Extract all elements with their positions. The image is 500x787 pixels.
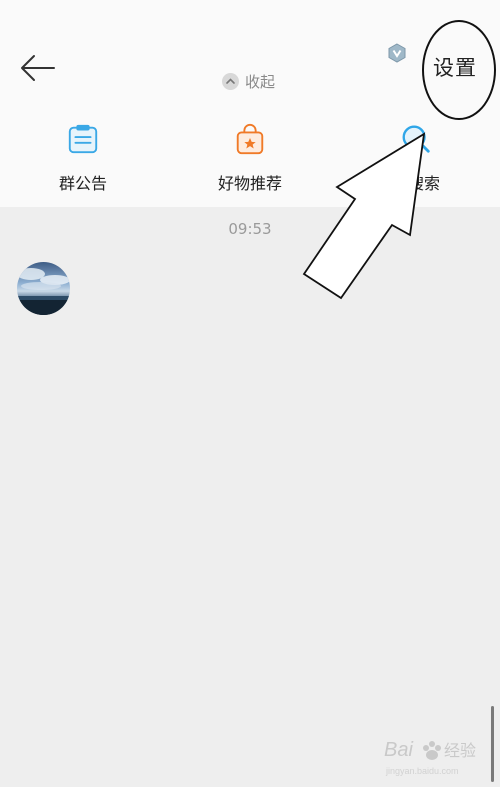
landscape-photo-icon [17, 268, 70, 315]
group-tools-panel: 收起 设置 群公告 好物推荐 群搜索 [0, 0, 500, 207]
arrow-left-icon [21, 55, 55, 81]
search-icon [402, 125, 430, 153]
settings-button[interactable]: 设置 [433, 52, 477, 82]
tool-announcement[interactable]: 群公告 [23, 122, 143, 194]
tool-search[interactable]: 群搜索 [356, 122, 476, 194]
vip-badge-icon [387, 43, 407, 63]
svg-text:经验: 经验 [444, 741, 476, 760]
message-timestamp: 09:53 [228, 220, 272, 238]
tool-label: 群公告 [58, 174, 107, 193]
announcement-icon [68, 124, 98, 154]
shopping-bag-icon [236, 123, 264, 155]
baidu-watermark: Bai 经验 jingyan.baidu.com [382, 734, 492, 780]
tool-label: 群搜索 [391, 174, 440, 193]
tool-recommendation[interactable]: 好物推荐 [190, 122, 310, 194]
svg-text:Bai: Bai [384, 739, 413, 761]
chevron-up-icon [222, 72, 239, 90]
collapse-toggle[interactable]: 收起 [222, 70, 275, 92]
avatar[interactable] [17, 262, 70, 315]
back-button[interactable] [14, 46, 62, 90]
watermark-subtext: jingyan.baidu.com [385, 766, 459, 776]
tool-label: 好物推荐 [217, 174, 282, 193]
collapse-label: 收起 [245, 72, 276, 91]
